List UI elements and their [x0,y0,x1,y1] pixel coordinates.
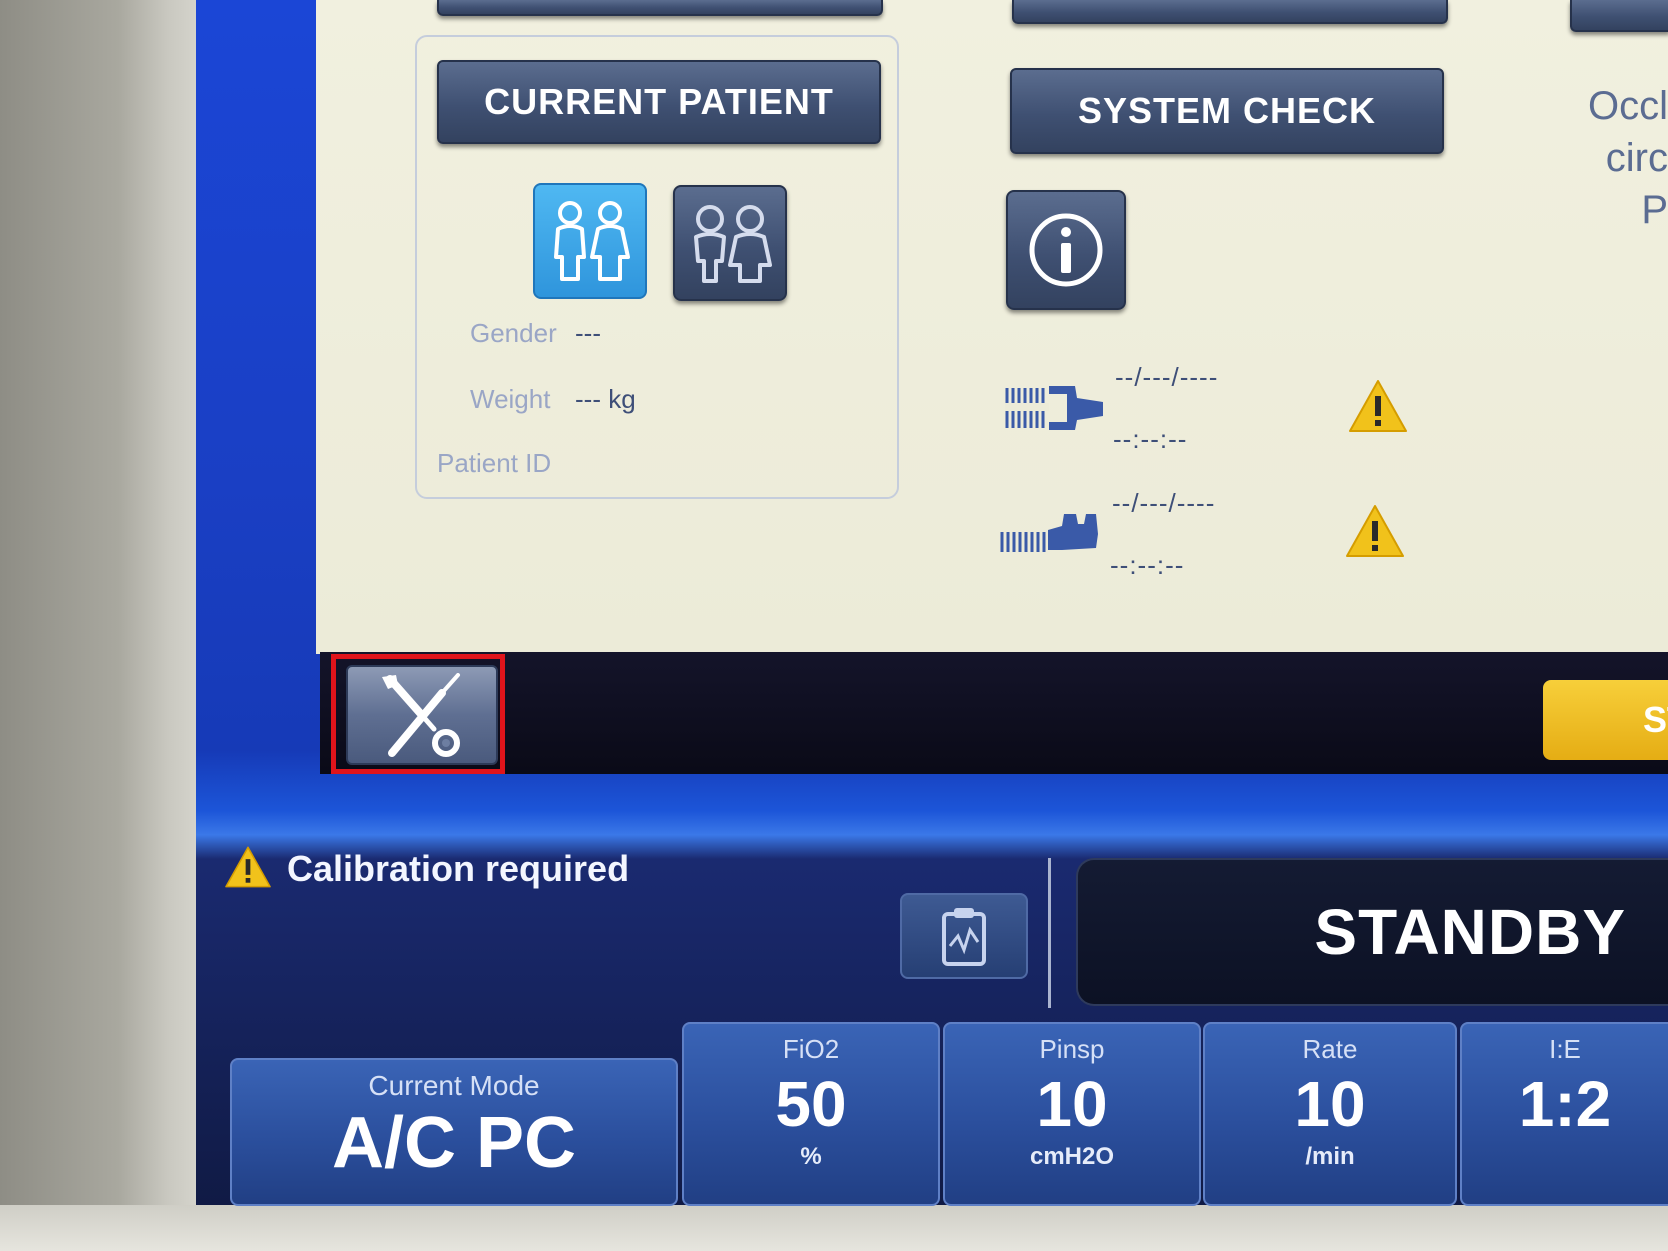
check-time-2: --:--:-- [1110,550,1185,580]
weight-label: Weight [470,384,551,414]
current-mode-tile[interactable]: Current Mode A/C PC [230,1058,678,1206]
bottom-toolbar [320,652,1668,774]
clipboard-chart-icon [942,908,986,966]
calibration-message[interactable]: Calibration required [287,848,629,890]
top-button-partial-1[interactable] [437,0,883,16]
pinsp-unit: cmH2O [1029,1143,1115,1170]
selection-highlight-box [331,654,505,774]
top-button-partial-2[interactable] [1012,0,1448,24]
sensor-connector-icon [1000,514,1098,552]
top-button-partial-3[interactable] [1570,0,1668,32]
pinsp-tile[interactable]: Pinsp 10 cmH2O [943,1022,1201,1206]
gender-label: Gender [470,318,557,348]
check-date-1: --/---/---- [1115,362,1219,392]
child-icon [694,205,772,283]
mode-value: A/C PC [331,1103,577,1183]
rate-unit: /min [1305,1143,1355,1170]
trends-button[interactable] [900,893,1028,979]
current-patient-button[interactable]: CURRENT PATIENT [437,60,881,144]
warning-icon [1349,380,1407,432]
adult-patient-button[interactable] [533,183,647,299]
gender-value: --- [575,318,601,348]
system-check-button[interactable]: SYSTEM CHECK [1010,68,1444,154]
circuit-connector-icon [1005,386,1103,430]
device-bezel-left [0,0,215,1251]
pinsp-label: Pinsp [1039,1034,1105,1064]
status-divider [1048,858,1051,1008]
device-bezel-bottom [0,1205,1668,1251]
occlusion-info-text: Occl circ P [1588,84,1668,232]
fio2-label: FiO2 [782,1034,840,1064]
ie-label: I:E [1549,1034,1581,1064]
fio2-tile[interactable]: FiO2 50 % [682,1022,940,1206]
rate-tile[interactable]: Rate 10 /min [1203,1022,1457,1206]
calibration-warning-icon [225,846,271,888]
rate-label: Rate [1302,1034,1358,1064]
warning-icon [1346,505,1404,557]
pinsp-value: 10 [1036,1068,1108,1140]
mode-label: Current Mode [368,1070,540,1101]
ventilation-state-panel: STANDBY [1076,858,1668,1006]
check-date-2: --/---/---- [1112,488,1216,518]
info-icon [1029,213,1103,287]
weight-value: --- kg [575,384,636,414]
ie-ratio-tile[interactable]: I:E 1:2 [1460,1022,1668,1206]
standby-state-text: STANDBY [1314,896,1626,968]
info-button[interactable] [1006,190,1126,310]
check-time-1: --:--:-- [1113,424,1188,454]
adult-icon [554,201,630,281]
pediatric-patient-button[interactable] [673,185,787,301]
patient-id-label: Patient ID [437,448,552,478]
start-button[interactable]: ST [1543,680,1668,760]
fio2-value: 50 [775,1068,847,1140]
rate-value: 10 [1294,1068,1366,1140]
ie-value: 1:2 [1518,1068,1612,1140]
fio2-unit: % [800,1143,822,1170]
